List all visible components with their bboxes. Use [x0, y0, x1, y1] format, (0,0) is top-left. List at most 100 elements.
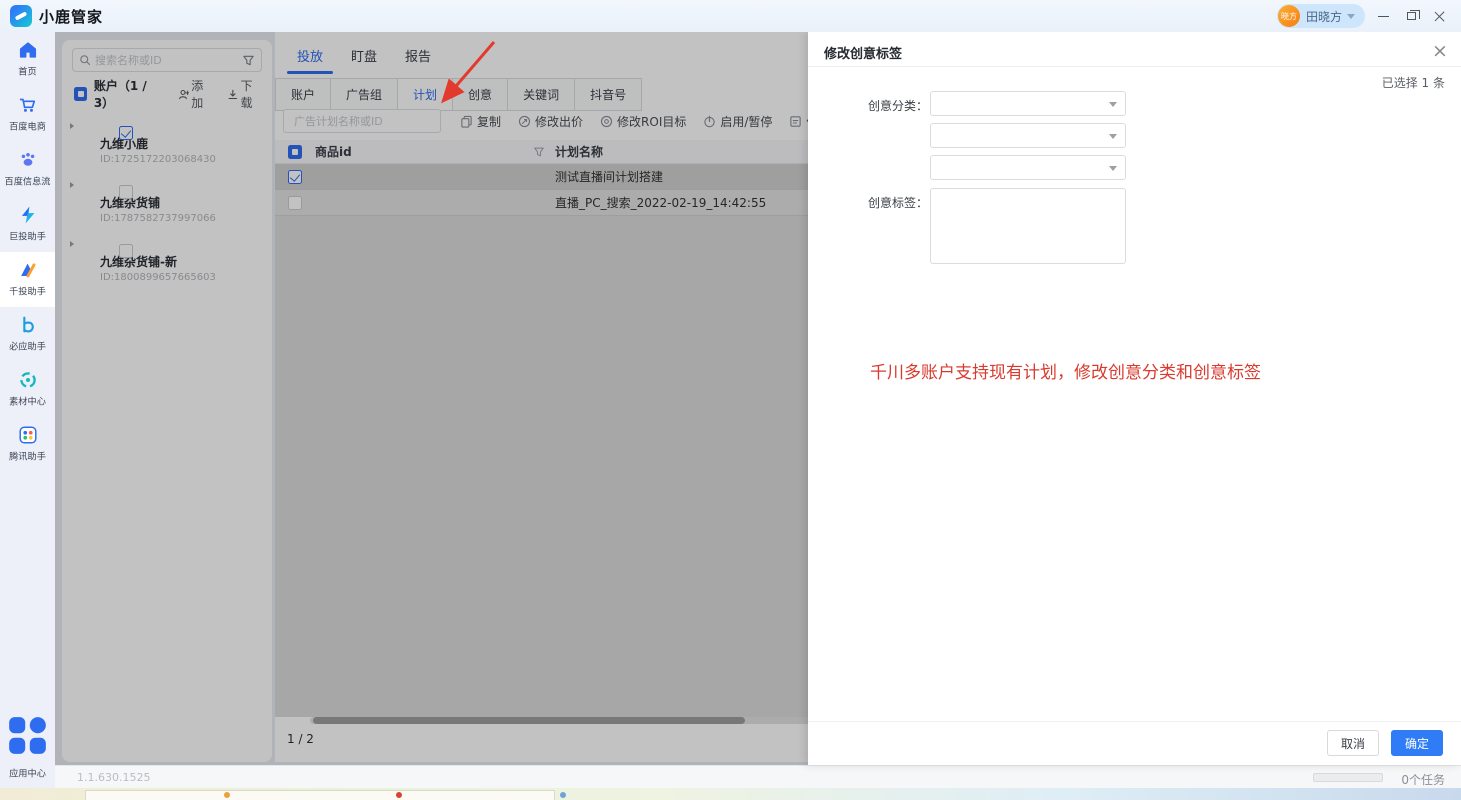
- sidebar-label: 腾讯助手: [2, 449, 53, 463]
- sidebar-label: 巨投助手: [2, 229, 53, 243]
- filter-icon[interactable]: [533, 146, 545, 158]
- select-all-rows-checkbox[interactable]: [288, 145, 302, 159]
- selected-count: 已选择 1 条: [1382, 74, 1445, 91]
- sidebar-item-material-center[interactable]: 素材中心: [0, 362, 55, 417]
- account-checkbox[interactable]: [119, 126, 133, 140]
- subtab-douyin[interactable]: 抖音号: [574, 78, 642, 111]
- bolt-icon: [17, 204, 39, 226]
- subtab-keyword[interactable]: 关键词: [507, 78, 575, 111]
- subtab-adgroup[interactable]: 广告组: [330, 78, 398, 111]
- taskbar-icon: [396, 792, 402, 798]
- sidebar-item-home[interactable]: 首页: [0, 32, 55, 87]
- column-plan-name: 计划名称: [555, 143, 603, 160]
- row-checkbox[interactable]: [288, 170, 302, 184]
- close-button[interactable]: [1425, 0, 1453, 32]
- creative-category-select-3[interactable]: [930, 155, 1126, 180]
- chevron-down-icon: [1109, 134, 1117, 139]
- account-search: [72, 48, 262, 72]
- account-row[interactable]: 九维杂货铺 ID:1787582737997066: [62, 171, 272, 230]
- scrollbar-thumb[interactable]: [313, 717, 745, 724]
- drawer-note: 千川多账户支持现有计划，修改创意分类和创意标签: [870, 358, 1261, 383]
- minimize-button[interactable]: [1369, 0, 1397, 32]
- divider: [808, 721, 1461, 722]
- drawer-close-button[interactable]: ×: [1427, 38, 1453, 64]
- edit-roi-button[interactable]: 修改ROI目标: [600, 113, 686, 130]
- user-menu[interactable]: 晓方 田晓方: [1277, 4, 1365, 28]
- plan-search-input[interactable]: [294, 115, 439, 128]
- tool-label: 复制: [477, 113, 501, 130]
- creative-category-select-2[interactable]: [930, 123, 1126, 148]
- account-row[interactable]: 九维杂货铺-新 ID:1800899657665603: [62, 230, 272, 289]
- sidebar-item-baidu-feed[interactable]: 百度信息流: [0, 142, 55, 197]
- expand-caret-icon[interactable]: [70, 182, 74, 188]
- minimize-icon: [1378, 16, 1389, 17]
- account-search-input[interactable]: [95, 54, 242, 67]
- window-controls: [1369, 0, 1453, 32]
- account-list-header: 账户（1 / 3） 添加 下载: [74, 84, 262, 104]
- app-window: 小鹿管家 晓方 田晓方 首页 百度电商 百度信息流 巨投助手: [0, 0, 1461, 800]
- row-checkbox[interactable]: [288, 196, 302, 210]
- account-checkbox[interactable]: [119, 244, 133, 258]
- status-bar: 1.1.630.1525 0个任务: [55, 765, 1461, 788]
- pagination: 1 / 2: [287, 732, 314, 746]
- expand-caret-icon[interactable]: [70, 123, 74, 129]
- account-id: ID:1800899657665603: [100, 272, 264, 283]
- cell-plan-name: 测试直播间计划搭建: [555, 168, 663, 185]
- column-product-id: 商品id: [315, 143, 352, 160]
- budget-icon: [789, 115, 802, 128]
- creative-category-select-1[interactable]: [930, 91, 1126, 116]
- subtab-creative[interactable]: 创意: [452, 78, 508, 111]
- cell-plan-name: 直播_PC_搜索_2022-02-19_14:42:55: [555, 194, 766, 211]
- download-icon: [227, 88, 239, 101]
- subtab-account[interactable]: 账户: [275, 78, 331, 111]
- account-row[interactable]: 九维小鹿 ID:1725172203068430: [62, 112, 272, 171]
- select-all-accounts-checkbox[interactable]: [74, 87, 87, 101]
- tab-baogao[interactable]: 报告: [391, 40, 445, 74]
- copy-button[interactable]: 复制: [460, 113, 501, 130]
- titlebar: 小鹿管家 晓方 田晓方: [0, 0, 1461, 32]
- enable-pause-button[interactable]: 启用/暂停: [703, 113, 772, 130]
- app-grid-icon: [0, 708, 55, 763]
- user-name: 田晓方: [1306, 8, 1342, 25]
- download-accounts-button[interactable]: 下载: [227, 77, 262, 111]
- account-checkbox[interactable]: [119, 185, 133, 199]
- sidebar-item-qiantou[interactable]: 千投助手: [0, 252, 55, 307]
- taskbar-icon: [560, 792, 566, 798]
- account-id: ID:1725172203068430: [100, 154, 264, 165]
- copy-icon: [460, 115, 473, 128]
- close-icon: [1434, 11, 1445, 22]
- sidebar-label: 首页: [2, 64, 53, 78]
- tab-toufang[interactable]: 投放: [283, 40, 337, 74]
- sidebar-item-tencent[interactable]: 腾讯助手: [0, 417, 55, 472]
- tencent-icon: [17, 424, 39, 446]
- creative-tag-textarea[interactable]: [930, 188, 1126, 264]
- edit-bid-button[interactable]: 修改出价: [518, 113, 583, 130]
- plan-search: [283, 109, 441, 133]
- sidebar-item-app-center[interactable]: 应用中心: [0, 708, 55, 780]
- sidebar-item-jutou[interactable]: 巨投助手: [0, 197, 55, 252]
- subtab-plan[interactable]: 计划: [397, 78, 453, 111]
- filter-icon[interactable]: [242, 54, 255, 67]
- entity-subtabs: 账户 广告组 计划 创意 关键词 抖音号: [275, 78, 642, 111]
- confirm-button[interactable]: 确定: [1391, 730, 1443, 756]
- restore-button[interactable]: [1397, 0, 1425, 32]
- chevron-down-icon: [1347, 14, 1355, 19]
- creative-category-label: 创意分类：: [808, 97, 928, 114]
- power-icon: [703, 115, 716, 128]
- tab-dingpan[interactable]: 盯盘: [337, 40, 391, 74]
- cancel-button[interactable]: 取消: [1327, 730, 1379, 756]
- sidebar-item-bing[interactable]: 必应助手: [0, 307, 55, 362]
- search-icon: [79, 54, 91, 66]
- add-account-button[interactable]: 添加: [178, 77, 213, 111]
- divider: [808, 66, 1461, 67]
- task-progress-bar: [1313, 773, 1383, 782]
- chevron-down-icon: [1109, 102, 1117, 107]
- add-label: 添加: [191, 77, 213, 111]
- tool-label: 修改ROI目标: [617, 113, 686, 130]
- account-list: 九维小鹿 ID:1725172203068430 九维杂货铺 ID:178758…: [62, 112, 272, 289]
- sidebar-item-baidu-ecommerce[interactable]: 百度电商: [0, 87, 55, 142]
- expand-caret-icon[interactable]: [70, 241, 74, 247]
- chevron-down-icon: [1109, 166, 1117, 171]
- download-label: 下载: [240, 77, 262, 111]
- home-icon: [17, 39, 39, 61]
